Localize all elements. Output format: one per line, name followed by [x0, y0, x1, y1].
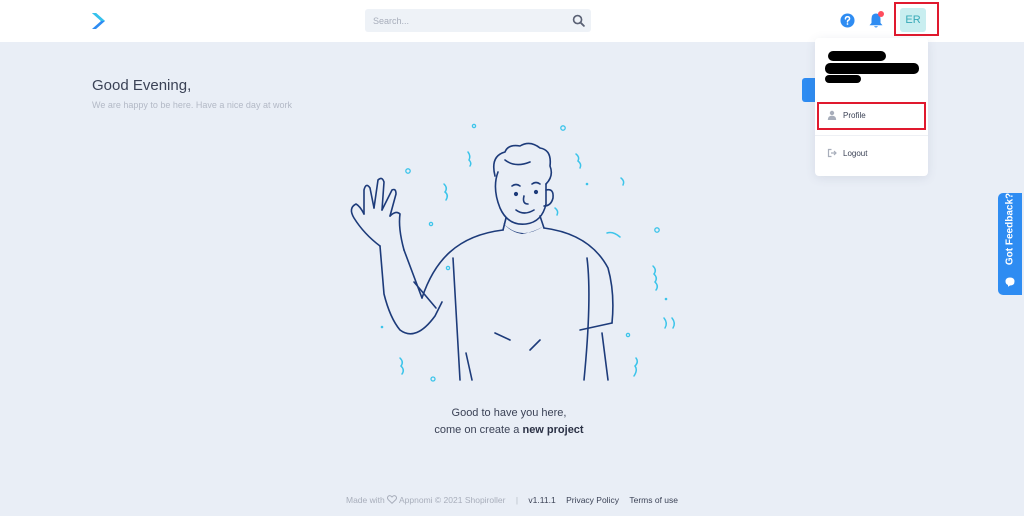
heart-icon — [387, 495, 398, 504]
feedback-tab[interactable]: Got Feedback? — [998, 193, 1022, 295]
greeting-title: Good Evening, — [92, 77, 192, 94]
terms-of-use-link[interactable]: Terms of use — [629, 495, 678, 505]
create-project-button[interactable] — [802, 78, 816, 102]
highlight-box-profile — [817, 102, 926, 130]
menu-item-logout-label: Logout — [843, 149, 868, 158]
privacy-policy-link[interactable]: Privacy Policy — [566, 495, 619, 505]
logout-icon — [827, 148, 837, 158]
welcome-message-line2: come on create a new project — [0, 424, 1021, 436]
search-icon[interactable] — [572, 14, 585, 27]
footer-separator: | — [515, 495, 519, 505]
feedback-label: Got Feedback? — [1004, 192, 1016, 266]
waving-man-illustration — [350, 123, 676, 382]
notification-badge — [878, 11, 884, 17]
welcome-message-line1: Good to have you here, — [451, 407, 567, 419]
new-project-link[interactable]: new project — [522, 424, 583, 436]
highlight-box-avatar — [894, 2, 939, 36]
footer: Made with Appnomi © 2021 Shopiroller | v… — [0, 495, 1024, 505]
footer-brand: Appnomi © 2021 Shopiroller — [399, 495, 506, 505]
help-icon[interactable] — [840, 13, 855, 28]
search-input[interactable] — [365, 9, 555, 32]
redacted-user-role — [825, 75, 861, 83]
footer-made-with: Made with — [345, 495, 385, 505]
search-box — [365, 9, 591, 32]
redacted-user-email — [825, 63, 919, 74]
welcome-message-prefix: come on create a — [434, 424, 523, 436]
chat-bubble-icon — [1005, 277, 1015, 287]
greeting-subtitle: We are happy to be here. Have a nice day… — [92, 100, 292, 110]
footer-version: v1.11.1 — [528, 495, 556, 505]
redacted-user-name — [828, 51, 886, 61]
menu-divider — [815, 135, 928, 136]
app-logo[interactable] — [90, 11, 110, 31]
